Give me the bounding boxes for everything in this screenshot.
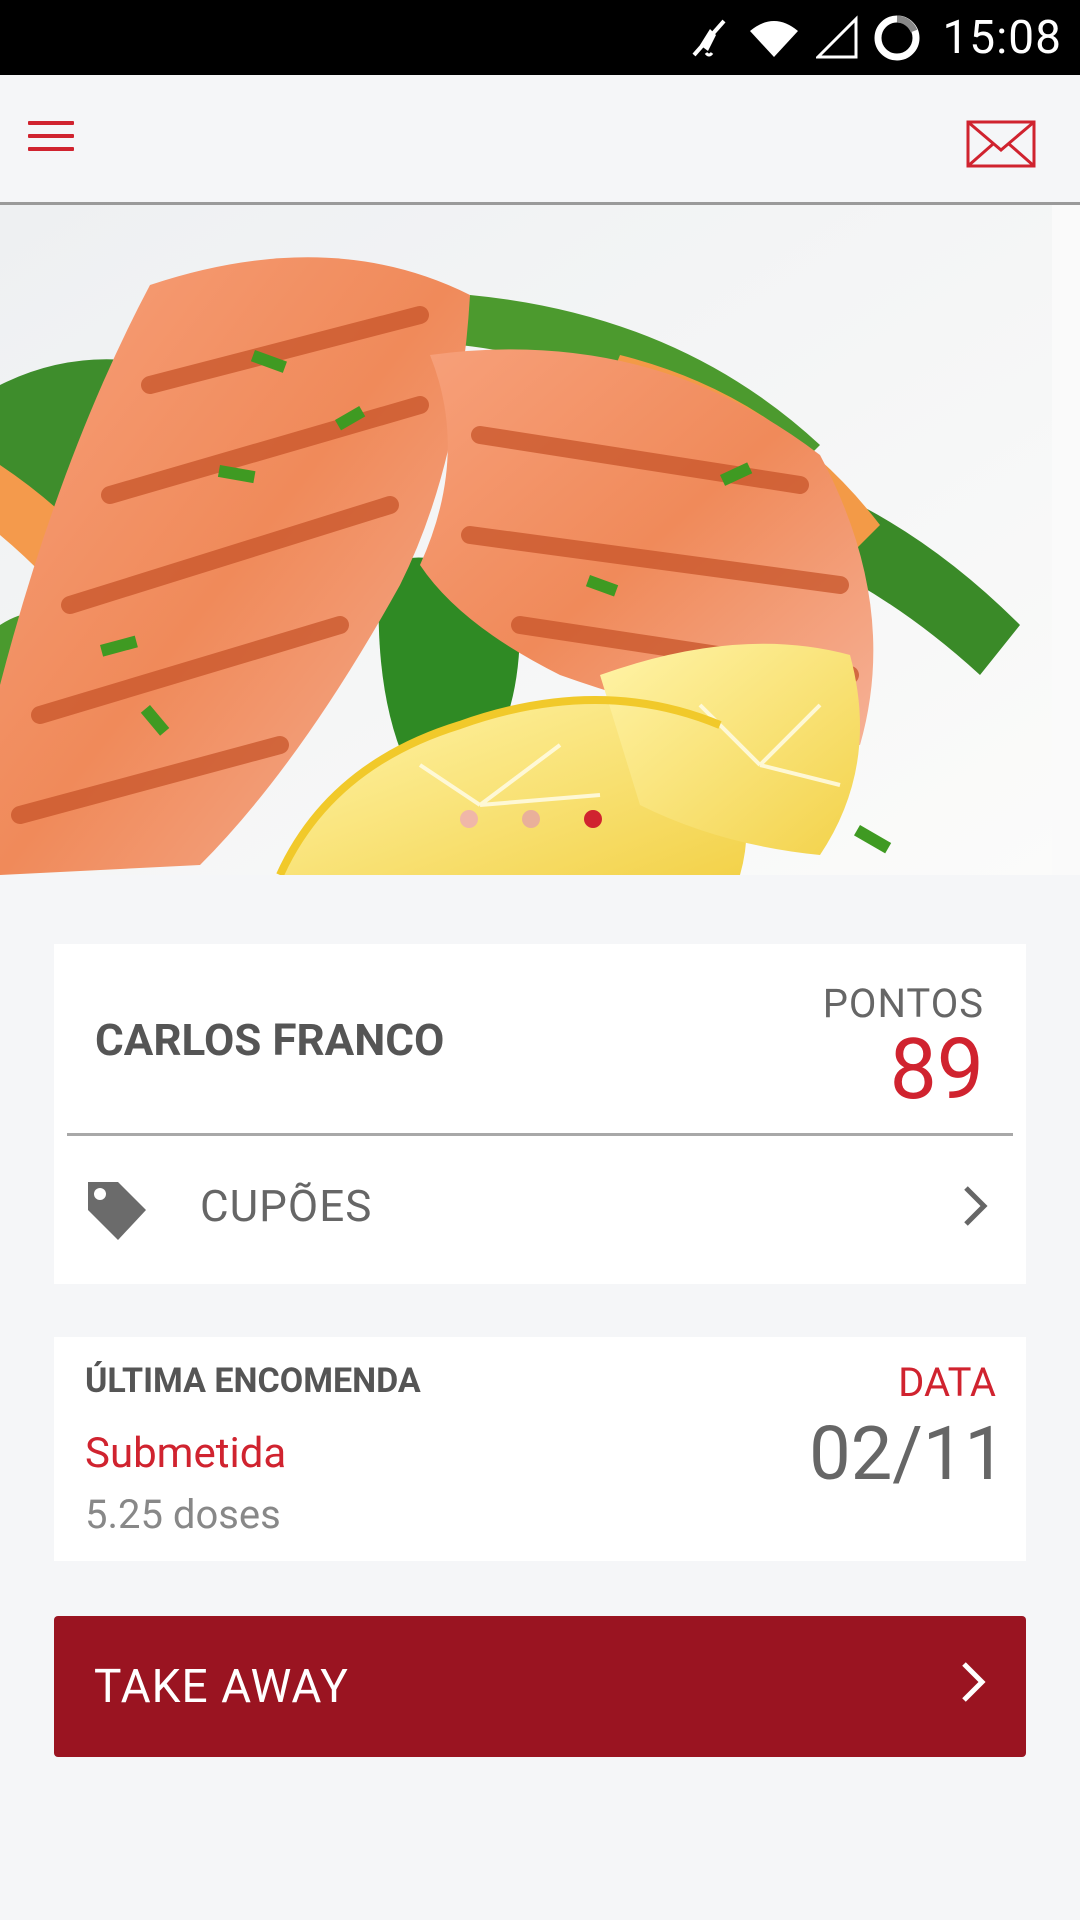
last-order-card[interactable]: ÚLTIMA ENCOMENDA Submetida 5.25 doses DA…: [54, 1337, 1026, 1561]
status-time: 15:08: [942, 10, 1062, 65]
chevron-right-icon: [964, 1186, 988, 1226]
status-bar: 15:08: [0, 0, 1080, 75]
carousel-dot-1[interactable]: [460, 810, 478, 828]
last-order-label: ÚLTIMA ENCOMENDA: [85, 1361, 421, 1401]
date-label: DATA: [898, 1359, 996, 1406]
wifi-icon: [750, 20, 799, 57]
hamburger-menu-icon[interactable]: [28, 121, 74, 157]
order-status: Submetida: [85, 1429, 287, 1478]
salmon-dish-image: [0, 205, 1052, 875]
envelope-icon[interactable]: [966, 120, 1036, 168]
date-value: 02/11: [809, 1411, 1006, 1498]
signal-icon: [816, 14, 858, 58]
profile-card: CARLOS FRANCO PONTOS 89 CUPÕES: [54, 944, 1026, 1284]
take-away-label: TAKE AWAY: [94, 1660, 349, 1714]
tag-icon: [88, 1182, 146, 1240]
carousel-dots: [460, 810, 602, 828]
carousel-dot-3-active[interactable]: [584, 810, 602, 828]
chevron-right-icon: [962, 1662, 986, 1702]
coupons-label: CUPÕES: [200, 1180, 373, 1232]
user-name: CARLOS FRANCO: [95, 1014, 445, 1066]
sync-icon: [874, 15, 920, 60]
coupons-row[interactable]: CUPÕES: [54, 1136, 1026, 1284]
order-doses: 5.25 doses: [85, 1491, 281, 1538]
points-value: 89: [889, 1020, 984, 1119]
mute-icon: [692, 19, 726, 56]
next-slide-peek: [1052, 205, 1080, 875]
hero-carousel-image[interactable]: [0, 205, 1052, 875]
carousel-dot-2[interactable]: [522, 810, 540, 828]
status-icons: 15:08: [686, 0, 1062, 75]
take-away-button[interactable]: TAKE AWAY: [54, 1616, 1026, 1757]
app-bar: [0, 75, 1080, 205]
